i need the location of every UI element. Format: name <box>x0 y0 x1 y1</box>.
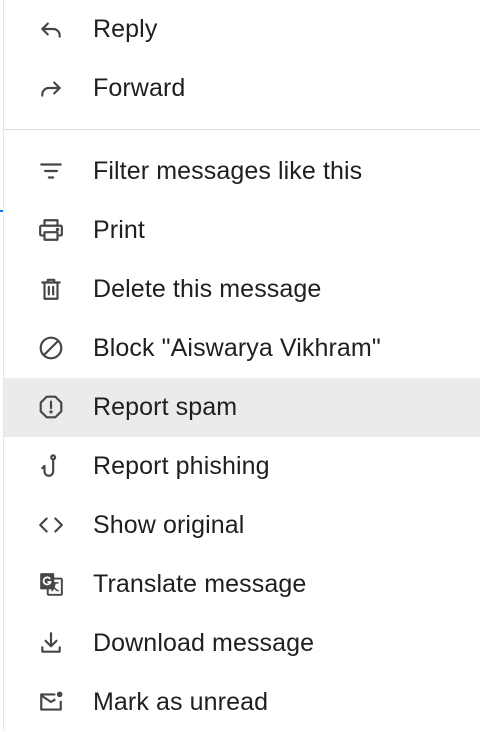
menu-item-label: Filter messages like this <box>93 157 363 185</box>
menu-item-label: Mark as unread <box>93 688 269 716</box>
menu-divider <box>4 129 480 130</box>
phishing-hook-icon <box>38 453 64 479</box>
menu-item-label: Delete this message <box>93 275 322 303</box>
menu-item-label: Download message <box>93 629 315 657</box>
menu-item-forward[interactable]: Forward <box>4 59 480 118</box>
menu-item-label: Print <box>93 216 145 244</box>
menu-item-report-phishing[interactable]: Report phishing <box>4 437 480 496</box>
menu-item-label: Report spam <box>93 393 238 421</box>
menu-item-label: Show original <box>93 511 245 539</box>
mark-unread-icon <box>38 689 64 715</box>
code-brackets-icon <box>38 512 64 538</box>
print-icon <box>38 217 64 243</box>
menu-item-download[interactable]: Download message <box>4 614 480 673</box>
block-icon <box>38 335 64 361</box>
menu-item-show-original[interactable]: Show original <box>4 496 480 555</box>
menu-item-label: Block "Aiswarya Vikhram" <box>93 334 381 362</box>
menu-item-label: Forward <box>93 74 186 102</box>
forward-icon <box>38 75 64 101</box>
filter-icon <box>38 158 64 184</box>
message-more-options-menu: Reply Forward Filter messages like this <box>4 0 480 731</box>
menu-item-print[interactable]: Print <box>4 201 480 260</box>
menu-item-mark-unread[interactable]: Mark as unread <box>4 673 480 732</box>
download-icon <box>38 630 64 656</box>
translate-icon <box>38 571 64 597</box>
menu-item-label: Report phishing <box>93 452 270 480</box>
menu-item-reply[interactable]: Reply <box>4 0 480 59</box>
menu-item-filter-messages[interactable]: Filter messages like this <box>4 142 480 201</box>
menu-item-label: Reply <box>93 15 158 43</box>
background-link-underline <box>0 196 3 212</box>
menu-item-block-sender[interactable]: Block "Aiswarya Vikhram" <box>4 319 480 378</box>
trash-icon <box>38 276 64 302</box>
report-spam-icon <box>38 394 64 420</box>
menu-item-translate[interactable]: Translate message <box>4 555 480 614</box>
menu-item-delete[interactable]: Delete this message <box>4 260 480 319</box>
menu-item-label: Translate message <box>93 570 307 598</box>
reply-icon <box>38 16 64 42</box>
menu-item-report-spam[interactable]: Report spam <box>4 378 480 437</box>
